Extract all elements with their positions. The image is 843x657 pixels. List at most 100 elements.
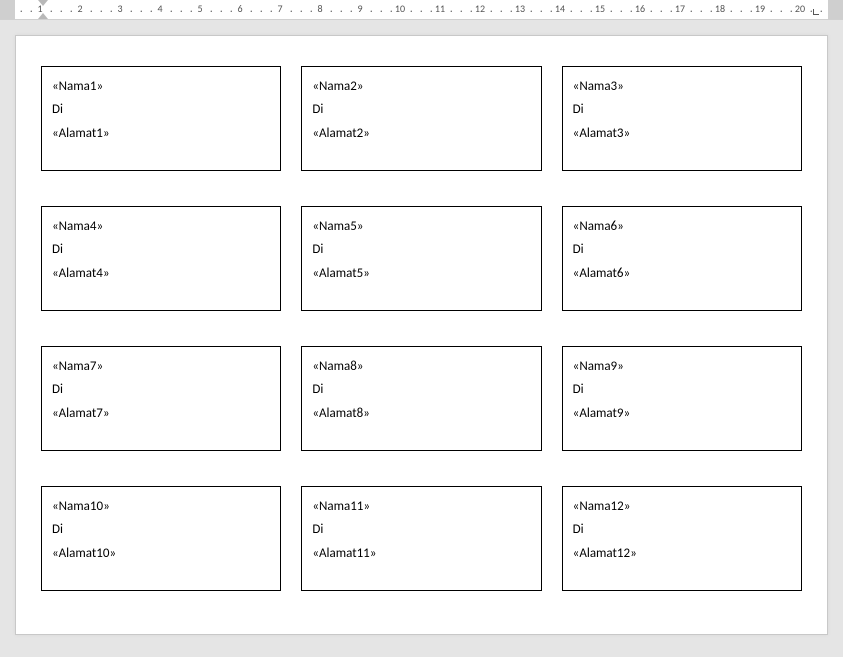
ruler-number: 13 [515,4,525,14]
ruler-minor-tick: · [570,6,573,16]
ruler-minor-tick: · [70,6,73,16]
ruler-minor-tick: · [300,6,303,16]
ruler-minor-tick: · [260,6,263,16]
merge-field-nama: «Nama8» [312,355,530,378]
ruler-minor-tick: · [690,6,693,16]
merge-field-nama: «Nama4» [52,215,270,238]
ruler-minor-tick: · [780,6,783,16]
merge-field-nama: «Nama9» [573,355,791,378]
ruler-minor-tick: · [540,6,543,16]
ruler-minor-tick: · [820,6,823,16]
ruler-minor-tick: · [330,6,333,16]
ruler-minor-tick: · [20,6,23,16]
merge-field-alamat: «Alamat7» [52,402,270,425]
ruler-minor-tick: · [590,6,593,16]
label-cell[interactable]: «Nama1» Di «Alamat1» [41,66,281,171]
ruler-minor-tick: · [580,6,583,16]
merge-field-alamat: «Alamat10» [52,542,270,565]
merge-field-alamat: «Alamat4» [52,262,270,285]
ruler-minor-tick: · [630,6,633,16]
ruler-minor-tick: · [620,6,623,16]
static-di: Di [312,518,530,541]
ruler-minor-tick: · [110,6,113,16]
merge-field-alamat: «Alamat12» [573,542,791,565]
ruler-minor-tick: · [60,6,63,16]
workspace: «Nama1» Di «Alamat1» «Nama2» Di «Alamat2… [0,20,843,650]
ruler-minor-tick: · [170,6,173,16]
ruler-minor-tick: · [150,6,153,16]
ruler-left-cap [0,0,15,20]
label-cell[interactable]: «Nama8» Di «Alamat8» [301,346,541,451]
ruler-number: 17 [675,4,685,14]
label-cell[interactable]: «Nama9» Di «Alamat9» [562,346,802,451]
ruler-number: 20 [795,4,805,14]
document-page[interactable]: «Nama1» Di «Alamat1» «Nama2» Di «Alamat2… [15,35,828,635]
ruler-number: 9 [357,4,362,14]
ruler-minor-tick: · [210,6,213,16]
horizontal-ruler[interactable]: · · · · · · · · · · · · · · · · · · · · · · · · · · · · · · · · · · · · · · · ·… [0,0,843,20]
ruler-minor-tick: · [550,6,553,16]
ruler-minor-tick: · [90,6,93,16]
merge-field-nama: «Nama3» [573,75,791,98]
ruler-number: 11 [435,4,445,14]
label-cell[interactable]: «Nama11» Di «Alamat11» [301,486,541,591]
ruler-minor-tick: · [450,6,453,16]
ruler-minor-tick: · [270,6,273,16]
merge-field-nama: «Nama10» [52,495,270,518]
ruler-minor-tick: · [230,6,233,16]
label-cell[interactable]: «Nama6» Di «Alamat6» [562,206,802,311]
tab-stop-marker[interactable] [813,9,819,15]
ruler-number: 12 [475,4,485,14]
static-di: Di [52,518,270,541]
static-di: Di [573,98,791,121]
ruler-number: 19 [755,4,765,14]
label-cell[interactable]: «Nama5» Di «Alamat5» [301,206,541,311]
label-cell[interactable]: «Nama3» Di «Alamat3» [562,66,802,171]
static-di: Di [52,98,270,121]
ruler-minor-tick: · [790,6,793,16]
ruler-minor-tick: · [490,6,493,16]
static-di: Di [573,238,791,261]
ruler-minor-tick: · [410,6,413,16]
ruler-minor-tick: · [670,6,673,16]
label-cell[interactable]: «Nama10» Di «Alamat10» [41,486,281,591]
ruler-minor-tick: · [730,6,733,16]
ruler-right-cap [828,0,843,20]
ruler-minor-tick: · [430,6,433,16]
ruler-number: 6 [237,4,242,14]
ruler-minor-tick: · [390,6,393,16]
ruler-minor-tick: · [100,6,103,16]
ruler-minor-tick: · [610,6,613,16]
ruler-number: 16 [635,4,645,14]
ruler-number: 14 [555,4,565,14]
ruler-minor-tick: · [530,6,533,16]
ruler-minor-tick: · [810,6,813,16]
ruler-minor-tick: · [750,6,753,16]
static-di: Di [312,238,530,261]
merge-field-alamat: «Alamat3» [573,122,791,145]
ruler-minor-tick: · [660,6,663,16]
label-cell[interactable]: «Nama2» Di «Alamat2» [301,66,541,171]
merge-field-nama: «Nama6» [573,215,791,238]
ruler-minor-tick: · [220,6,223,16]
merge-field-alamat: «Alamat8» [312,402,530,425]
label-cell[interactable]: «Nama7» Di «Alamat7» [41,346,281,451]
ruler-number: 18 [715,4,725,14]
label-cell[interactable]: «Nama12» Di «Alamat12» [562,486,802,591]
ruler-minor-tick: · [700,6,703,16]
ruler-number: 4 [157,4,162,14]
ruler-minor-tick: · [250,6,253,16]
ruler-number: 8 [317,4,322,14]
ruler-minor-tick: · [350,6,353,16]
merge-field-nama: «Nama5» [312,215,530,238]
ruler-number: 1 [37,4,42,14]
ruler-number: 5 [197,4,202,14]
ruler-number: 15 [595,4,605,14]
ruler-minor-tick: · [460,6,463,16]
ruler-number: 3 [117,4,122,14]
merge-field-alamat: «Alamat1» [52,122,270,145]
label-cell[interactable]: «Nama4» Di «Alamat4» [41,206,281,311]
static-di: Di [312,378,530,401]
ruler-minor-tick: · [370,6,373,16]
merge-field-alamat: «Alamat11» [312,542,530,565]
